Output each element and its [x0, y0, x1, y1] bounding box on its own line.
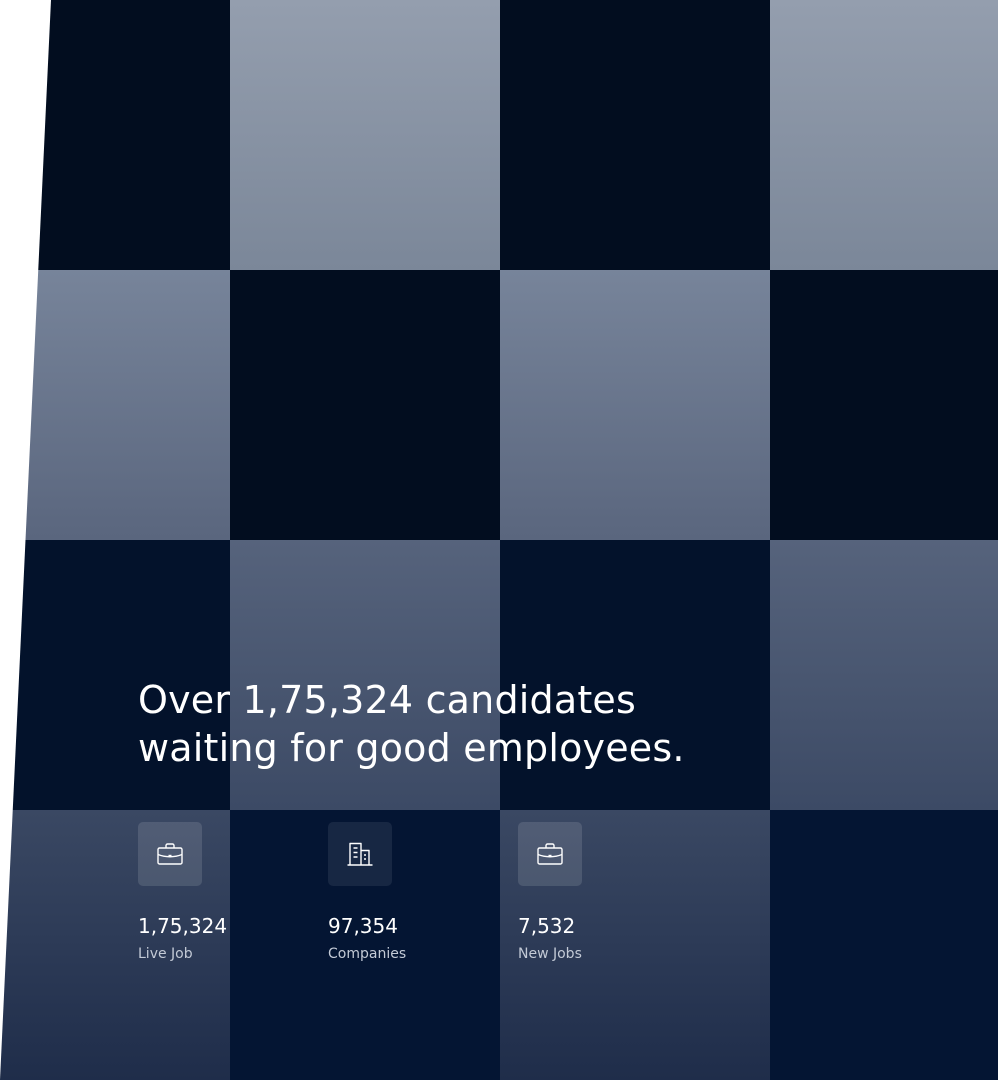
background-tile [770, 540, 998, 810]
stat-companies: 97,354 Companies [328, 822, 488, 963]
stat-icon-box [138, 822, 202, 886]
background-tile [770, 810, 998, 1080]
briefcase-icon [537, 843, 563, 865]
stat-new-jobs: 7,532 New Jobs [518, 822, 678, 963]
stat-icon-box [518, 822, 582, 886]
stat-label: New Jobs [518, 946, 582, 962]
stat-number: 1,75,324 [138, 914, 228, 938]
stat-number: 7,532 [518, 914, 576, 938]
headline-line-1: Over 1,75,324 candidates [138, 678, 637, 722]
background-tile [230, 270, 500, 540]
background-tile [0, 270, 230, 540]
stat-label: Live Job [138, 946, 193, 962]
background-tile [500, 270, 770, 540]
briefcase-icon [157, 843, 183, 865]
background-tile [770, 270, 998, 540]
background-tile [230, 0, 500, 270]
background-tile [770, 0, 998, 270]
stat-icon-box [328, 822, 392, 886]
hero-headline: Over 1,75,324 candidates waiting for goo… [138, 676, 738, 772]
building-icon [347, 842, 373, 866]
hero-panel: Over 1,75,324 candidates waiting for goo… [0, 0, 998, 1080]
headline-line-2: waiting for good employees. [138, 726, 685, 770]
background-tile [500, 0, 770, 270]
stat-number: 97,354 [328, 914, 398, 938]
stat-live-jobs: 1,75,324 Live Job [138, 822, 298, 963]
background-tile [0, 0, 230, 270]
stat-label: Companies [328, 946, 407, 962]
